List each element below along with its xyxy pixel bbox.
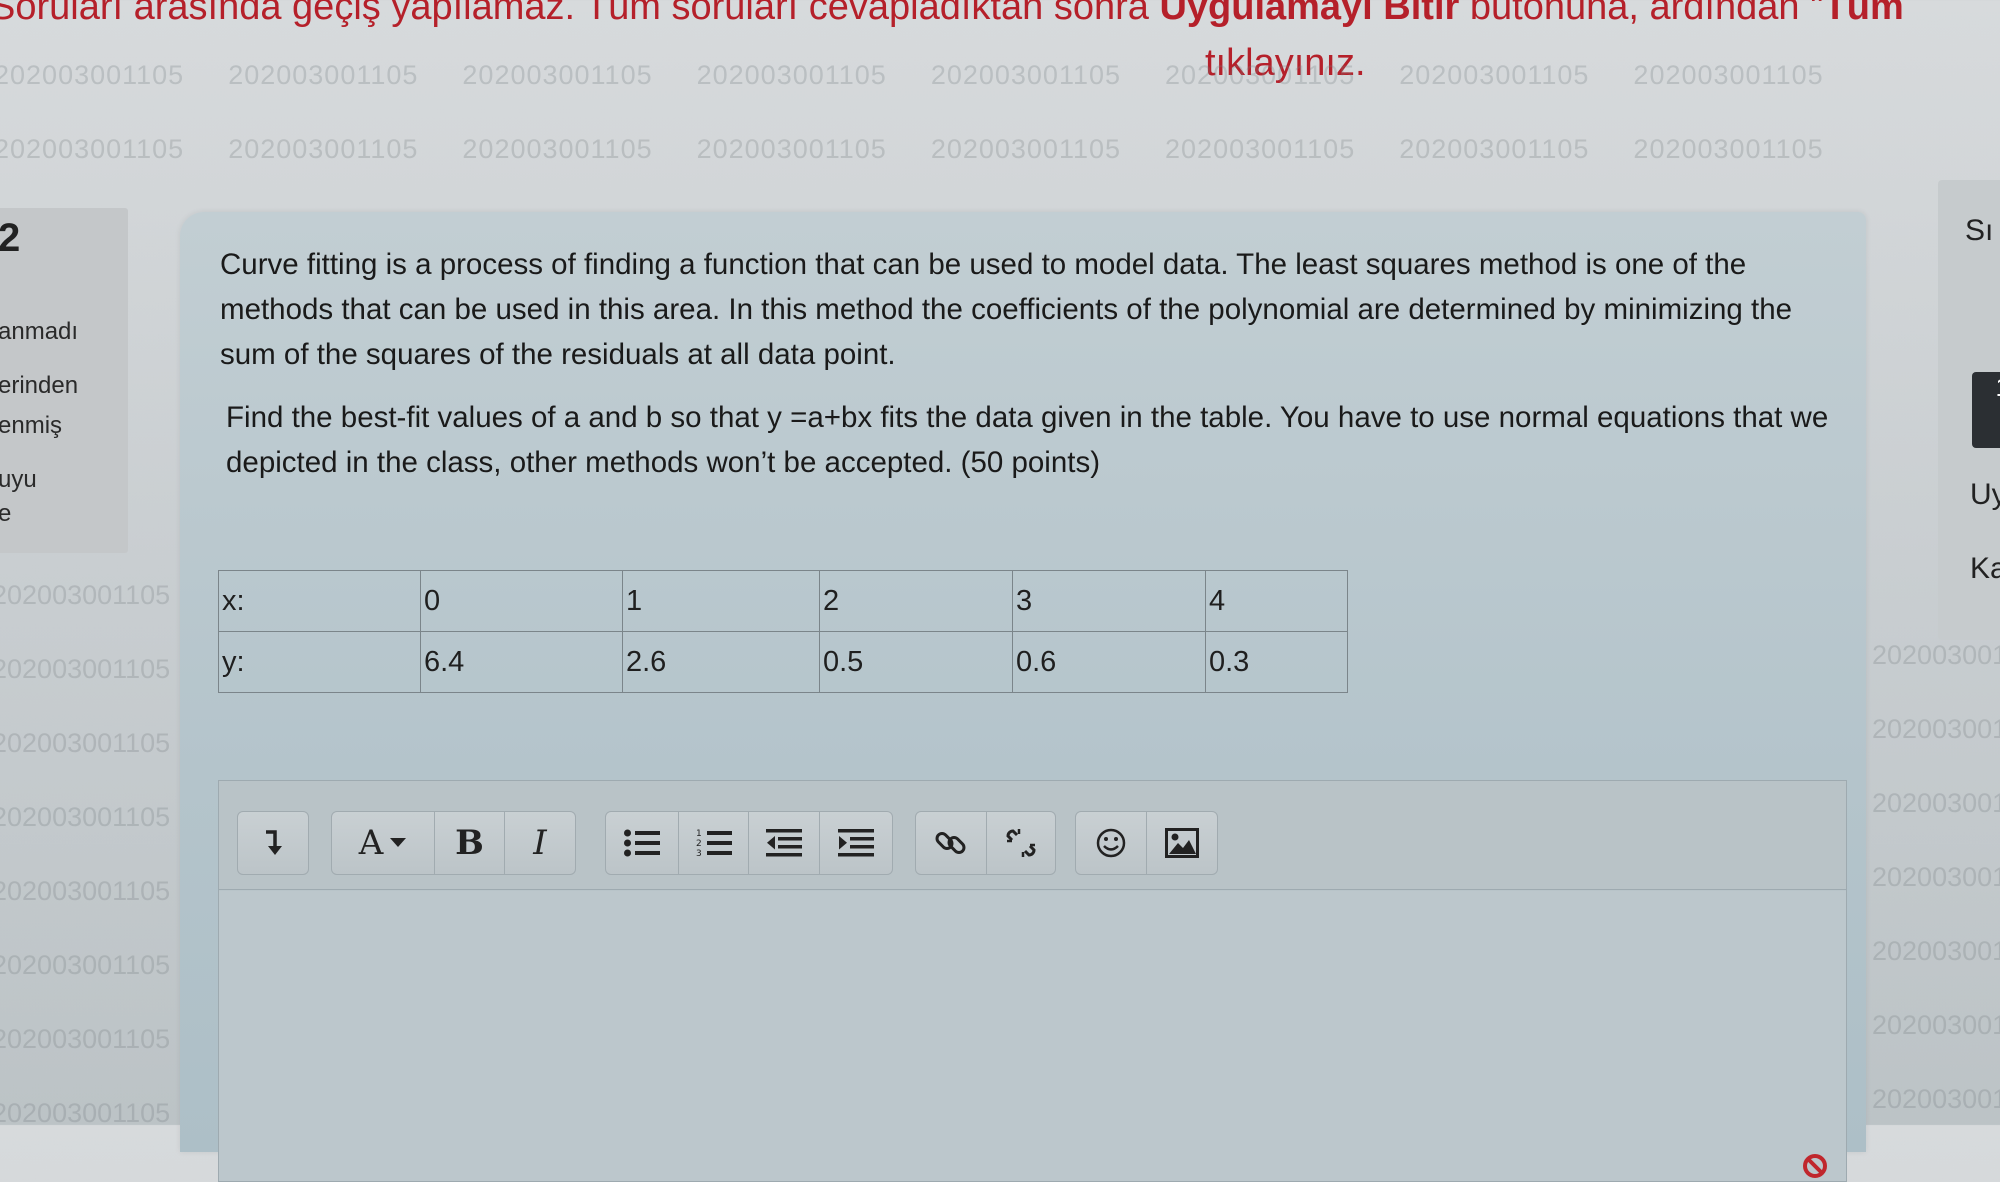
watermark: 202003001105 <box>0 728 171 758</box>
watermark: 202003001105 <box>0 654 171 684</box>
font-icon: A <box>358 823 384 863</box>
watermark-row: 202003001105 202003001105 202003001105 2020… <box>0 60 1824 90</box>
text-direction-button[interactable] <box>237 811 309 875</box>
font-button[interactable]: A <box>331 811 435 875</box>
bold-button[interactable]: B <box>433 811 506 875</box>
chevron-down-icon <box>390 838 407 847</box>
question-card: Curve fitting is a process of finding a … <box>180 212 1866 1182</box>
instruction-banner: Soruları arasında geçiş yapılamaz. Tüm s… <box>0 0 2000 29</box>
block-icon <box>1803 1154 1827 1178</box>
watermark: 202003001105 <box>1872 1084 2000 1114</box>
table-row-y: y: 6.4 2.6 0.5 0.6 0.3 <box>218 631 1348 693</box>
question-nav-badge[interactable]: 1 <box>1972 372 2000 448</box>
link-group <box>915 811 1056 875</box>
outdent-button[interactable] <box>748 811 820 875</box>
indent-icon <box>837 829 874 857</box>
table-cell: 1 <box>622 570 820 632</box>
image-icon <box>1164 828 1199 858</box>
svg-text:2: 2 <box>696 839 702 849</box>
editor-toolbar: A B I 123 <box>219 781 1846 890</box>
format-group: A B I <box>331 811 576 875</box>
italic-button[interactable]: I <box>504 811 576 875</box>
numbered-list-button[interactable]: 123 <box>677 811 750 875</box>
direction-group <box>237 811 309 875</box>
bullet-list-button[interactable] <box>605 811 679 875</box>
watermark: 202003001105 <box>1872 1010 2000 1040</box>
question-paragraph-2: Find the best-fit values of a and b so t… <box>226 401 1829 479</box>
question-points-text-2: enmiş <box>0 412 63 439</box>
svg-text:1: 1 <box>696 829 702 839</box>
emoji-button[interactable] <box>1075 811 1147 875</box>
watermark: 202003001105 <box>1872 936 2000 966</box>
table-cell: 0 <box>420 570 623 632</box>
watermark: 202003001105 <box>0 1098 171 1128</box>
finish-link[interactable]: Uy <box>1970 478 2000 512</box>
table-cell: 3 <box>1012 570 1206 632</box>
direction-icon <box>266 830 282 855</box>
table-cell: 0.5 <box>819 631 1013 693</box>
insert-group <box>1075 811 1218 875</box>
watermark: 202003001105 <box>0 950 171 980</box>
table-cell: 2 <box>819 570 1013 632</box>
watermark: 202003001105 <box>1872 640 2000 670</box>
svg-text:3: 3 <box>696 849 702 858</box>
banner-text-3: butonuna, ardından " <box>1459 0 1824 28</box>
indent-button[interactable] <box>818 811 893 875</box>
banner-bold-finish: Uygulamayı Bitir <box>1159 0 1460 28</box>
flag-question-link[interactable]: uyu <box>0 466 37 494</box>
bold-icon: B <box>455 823 484 863</box>
watermark: 202003001105 <box>1872 714 2000 744</box>
watermark: 202003001105 <box>1872 862 2000 892</box>
watermark: 202003001105 <box>0 1024 171 1054</box>
table-row-x: x: 0 1 2 3 4 <box>218 570 1348 632</box>
data-table: x: 0 1 2 3 4 y: 6.4 2.6 0.5 0.6 0.3 <box>218 570 1348 693</box>
list-group: 123 <box>605 811 893 875</box>
image-button[interactable] <box>1145 811 1218 875</box>
watermark-row: 202003001105 202003001105 202003001105 2020… <box>0 134 1824 164</box>
flag-question-link-2[interactable]: e <box>0 500 11 528</box>
banner-bold-all: Tüm <box>1823 0 1904 28</box>
unlink-button[interactable] <box>985 811 1056 875</box>
watermark: 202003001105 <box>0 876 171 906</box>
question-paragraph-1: Curve fitting is a process of finding a … <box>220 248 1793 371</box>
table-cell: 4 <box>1205 570 1348 632</box>
answer-text-area[interactable] <box>219 891 1846 1181</box>
banner-text-1: Soruları arasında geçiş yapılamaz. <box>0 0 585 28</box>
watermark: 202003001105 <box>0 802 171 832</box>
question-number: 2 <box>0 216 21 260</box>
italic-icon: I <box>533 823 547 863</box>
table-cell: 0.6 <box>1012 631 1206 693</box>
question-points-text: erinden <box>0 372 79 399</box>
question-status-text: anmadı <box>0 318 79 345</box>
banner-text-2: Tüm soruları cevapladıktan sonra <box>584 0 1160 28</box>
table-cell: x: <box>218 570 421 632</box>
navigation-title: Sı <box>1965 214 1994 247</box>
table-cell: 6.4 <box>420 631 623 693</box>
outdent-icon <box>766 829 802 857</box>
question-info-panel: 2 anmadı erinden enmiş uyu e <box>0 208 128 553</box>
emoji-icon <box>1096 828 1126 858</box>
close-link[interactable]: Ka <box>1970 552 2000 586</box>
watermark: 202003001105 <box>0 580 171 610</box>
watermark: 202003001105 <box>1872 788 2000 818</box>
answer-editor: A B I 123 <box>218 780 1847 1182</box>
link-button[interactable] <box>915 811 987 875</box>
table-cell: y: <box>218 631 421 693</box>
unlink-icon <box>1005 829 1036 857</box>
table-cell: 0.3 <box>1205 631 1348 693</box>
link-icon <box>935 832 966 854</box>
numbered-list-icon: 123 <box>696 829 732 858</box>
bullet-list-icon <box>624 829 660 857</box>
table-cell: 2.6 <box>622 631 820 693</box>
